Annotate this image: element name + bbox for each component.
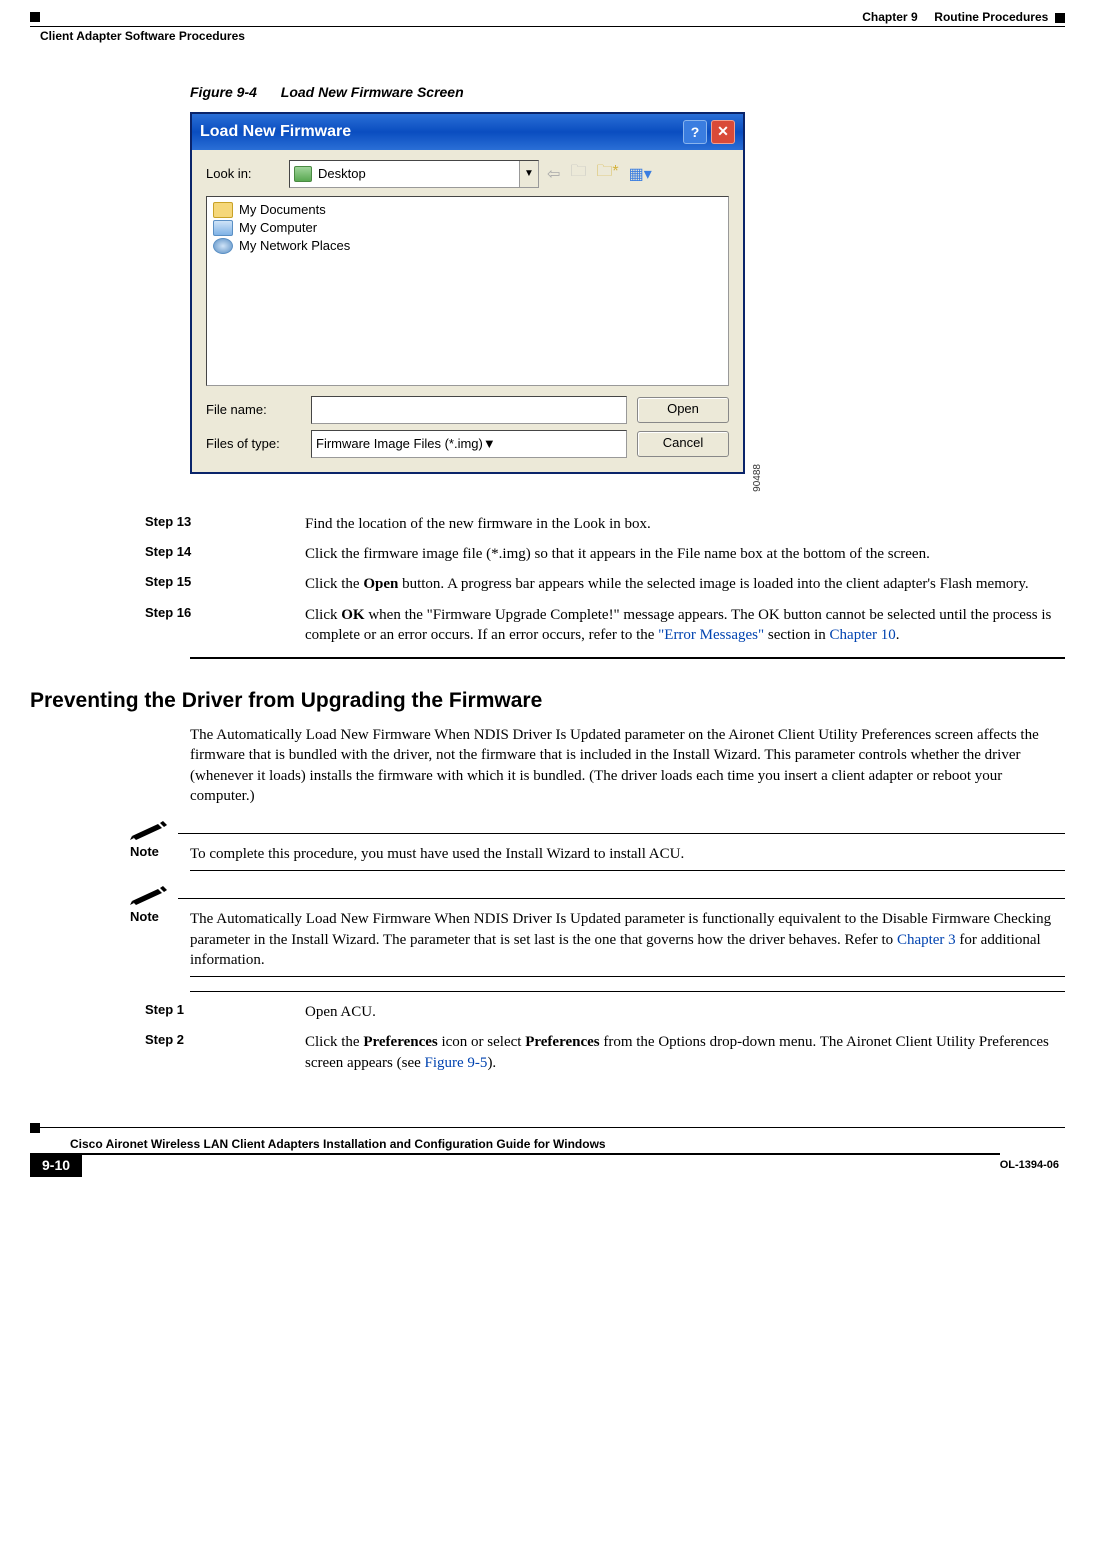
note-label: Note <box>130 909 190 970</box>
close-button[interactable]: ✕ <box>711 120 735 144</box>
step-text: Click the firmware image file (*.img) so… <box>305 544 1065 564</box>
open-button[interactable]: Open <box>637 397 729 423</box>
step-label: Step 16 <box>30 605 305 646</box>
footer-book-title: Cisco Aironet Wireless LAN Client Adapte… <box>30 1133 1065 1153</box>
look-in-combo[interactable]: Desktop ▼ <box>289 160 539 188</box>
step-label: Step 15 <box>30 574 305 594</box>
file-list[interactable]: My Documents My Computer My Network Plac… <box>206 196 729 386</box>
dialog-titlebar: Load New Firmware ? ✕ <box>192 114 743 150</box>
link-error-messages[interactable]: "Error Messages" <box>658 627 764 643</box>
note-block: Note To complete this procedure, you mus… <box>130 820 1065 871</box>
look-in-value: Desktop <box>318 166 366 181</box>
doc-id: OL-1394-06 <box>1000 1159 1065 1171</box>
dialog-title: Load New Firmware <box>200 123 351 141</box>
step-label: Step 2 <box>30 1032 305 1073</box>
figure-number: Figure 9-4 <box>190 84 257 100</box>
section-heading: Preventing the Driver from Upgrading the… <box>30 689 1065 713</box>
item-label: My Network Places <box>239 238 350 253</box>
file-type-combo[interactable]: Firmware Image Files (*.img) ▼ <box>311 430 627 458</box>
note-icon <box>130 885 170 905</box>
step-text: Open ACU. <box>305 1002 1065 1022</box>
step-label: Step 1 <box>30 1002 305 1022</box>
item-label: My Documents <box>239 202 326 217</box>
chapter-title: Routine Procedures <box>934 10 1048 24</box>
file-type-label: Files of type: <box>206 436 301 451</box>
help-button[interactable]: ? <box>683 120 707 144</box>
step-label: Step 13 <box>30 514 305 534</box>
up-icon[interactable]: 🗀 <box>570 160 586 187</box>
step-label: Step 14 <box>30 544 305 564</box>
link-chapter-3[interactable]: Chapter 3 <box>897 932 956 948</box>
desktop-icon <box>294 166 312 182</box>
item-label: My Computer <box>239 220 317 235</box>
page-number: 9-10 <box>30 1153 82 1177</box>
link-figure-9-5[interactable]: Figure 9-5 <box>425 1055 488 1071</box>
figure-caption: Figure 9-4 Load New Firmware Screen <box>190 84 1065 100</box>
step-text: Click the Open button. A progress bar ap… <box>305 574 1065 594</box>
list-item[interactable]: My Documents <box>211 201 724 219</box>
page-header: Chapter 9 Routine Procedures <box>30 10 1065 27</box>
dropdown-icon[interactable]: ▼ <box>519 161 538 187</box>
chapter-label: Chapter 9 <box>862 10 917 24</box>
step-text: Click the Preferences icon or select Pre… <box>305 1032 1065 1073</box>
views-icon[interactable]: ▦▾ <box>629 164 652 184</box>
computer-icon <box>213 220 233 236</box>
folder-icon <box>213 202 233 218</box>
cancel-button[interactable]: Cancel <box>637 431 729 457</box>
list-item[interactable]: My Network Places <box>211 237 724 255</box>
note-block: Note The Automatically Load New Firmware… <box>130 885 1065 977</box>
section-paragraph: The Automatically Load New Firmware When… <box>190 725 1065 806</box>
dropdown-icon[interactable]: ▼ <box>483 436 496 451</box>
note-label: Note <box>130 844 190 864</box>
dialog-screenshot: Load New Firmware ? ✕ Look in: Desktop ▼ <box>190 112 745 474</box>
note-text: The Automatically Load New Firmware When… <box>190 909 1065 970</box>
step-text: Click OK when the "Firmware Upgrade Comp… <box>305 605 1065 646</box>
back-icon[interactable]: ⇦ <box>547 164 560 184</box>
look-in-label: Look in: <box>206 166 281 181</box>
page-footer: Cisco Aironet Wireless LAN Client Adapte… <box>30 1123 1065 1177</box>
note-icon <box>130 820 170 840</box>
network-icon <box>213 238 233 254</box>
section-title: Client Adapter Software Procedures <box>40 29 245 43</box>
figure-title: Load New Firmware Screen <box>281 84 464 100</box>
new-folder-icon[interactable]: 🗀* <box>596 160 618 187</box>
figure-side-label: 90488 <box>752 464 763 492</box>
file-name-label: File name: <box>206 402 301 417</box>
step-text: Find the location of the new firmware in… <box>305 514 1065 534</box>
link-chapter-10[interactable]: Chapter 10 <box>830 627 896 643</box>
list-item[interactable]: My Computer <box>211 219 724 237</box>
note-text: To complete this procedure, you must hav… <box>190 844 1065 864</box>
file-name-input[interactable] <box>311 396 627 424</box>
